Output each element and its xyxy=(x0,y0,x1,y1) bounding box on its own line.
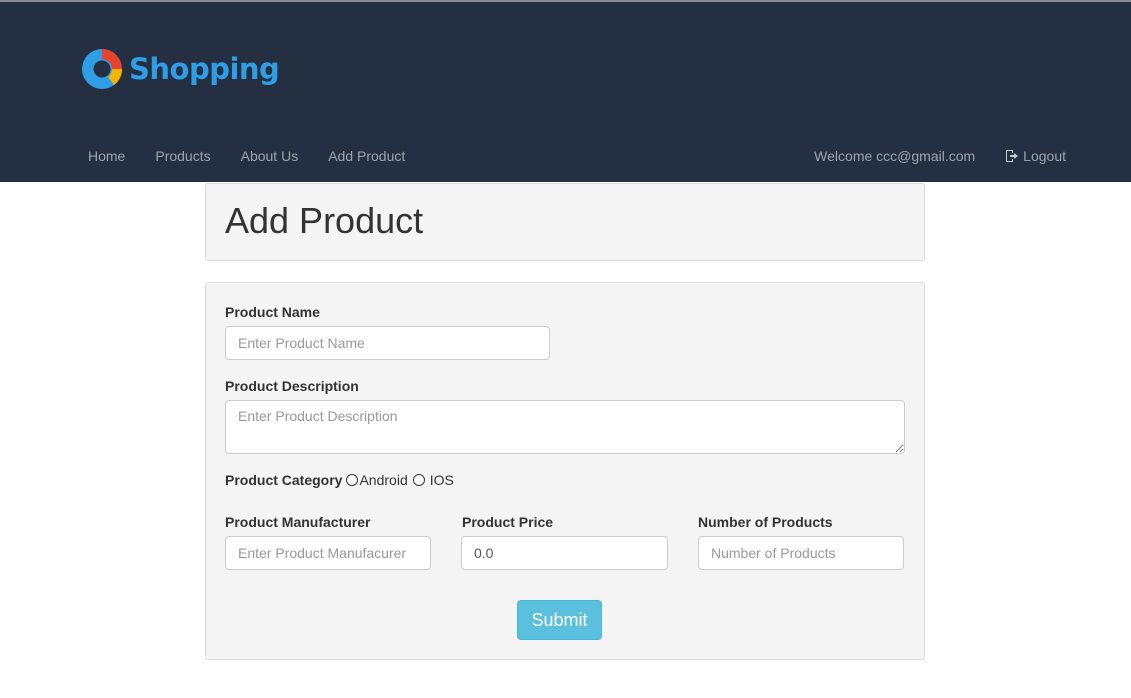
product-manufacturer-label: Product Manufacturer xyxy=(225,514,371,530)
submit-button[interactable]: Submit xyxy=(517,600,602,640)
product-description-textarea[interactable] xyxy=(225,400,905,454)
product-name-label: Product Name xyxy=(225,304,320,320)
product-manufacturer-input[interactable] xyxy=(225,536,431,570)
welcome-text: Welcome ccc@gmail.com xyxy=(814,148,976,164)
nav-home[interactable]: Home xyxy=(73,148,140,164)
brand-name: Shopping xyxy=(129,52,280,86)
nav-products[interactable]: Products xyxy=(140,148,225,164)
product-price-input[interactable] xyxy=(461,536,668,570)
product-description-label: Product Description xyxy=(225,378,359,394)
product-category-label: Product Category xyxy=(225,472,343,488)
add-product-form: Product Name Product Description Product… xyxy=(205,282,925,660)
product-price-label: Product Price xyxy=(462,514,554,530)
logout-icon xyxy=(1006,150,1019,162)
product-name-input[interactable] xyxy=(225,326,550,360)
main-nav: Home Products About Us Add Product xyxy=(73,134,420,178)
number-of-products-label: Number of Products xyxy=(698,514,833,530)
android-radio-label[interactable]: Android xyxy=(359,472,407,488)
shopping-logo-icon xyxy=(82,49,122,89)
user-nav: Welcome ccc@gmail.com Logout xyxy=(799,134,1081,178)
page-header-panel: Add Product xyxy=(205,183,925,261)
logout-label: Logout xyxy=(1023,148,1066,164)
nav-add-product[interactable]: Add Product xyxy=(313,148,420,164)
android-radio[interactable] xyxy=(346,474,359,486)
product-category-row: Product Category Android IOS xyxy=(225,472,459,488)
brand[interactable]: Shopping xyxy=(81,48,280,90)
page-title: Add Product xyxy=(225,200,424,241)
nav-about-us[interactable]: About Us xyxy=(226,148,314,164)
ios-radio-label[interactable]: IOS xyxy=(430,472,454,488)
logout-link[interactable]: Logout xyxy=(990,148,1081,164)
navbar: Shopping Home Products About Us Add Prod… xyxy=(0,2,1131,182)
ios-radio[interactable] xyxy=(412,474,425,486)
number-of-products-input[interactable] xyxy=(698,536,904,570)
